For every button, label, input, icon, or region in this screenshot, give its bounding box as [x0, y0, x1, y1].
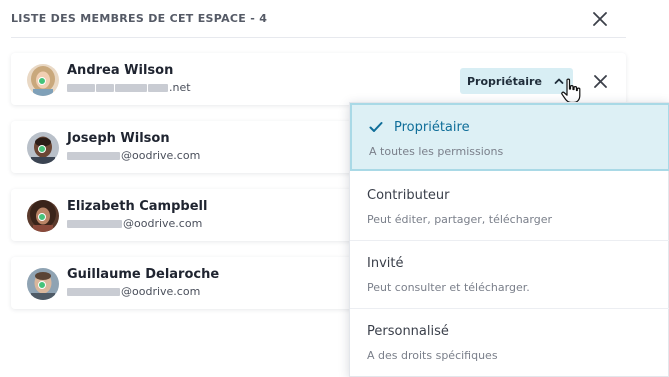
role-option-label: Personnalisé: [367, 324, 449, 339]
header-divider: [11, 37, 626, 38]
email-redaction: [67, 83, 95, 92]
email-redaction: [67, 151, 120, 160]
role-option-guest[interactable]: Invité Peut consulter et télécharger.: [350, 241, 669, 309]
role-option-description: A toutes les permissions: [369, 145, 504, 158]
role-menu: Propriétaire A toutes les permissions Co…: [349, 102, 669, 377]
member-email: @oodrive.com: [67, 149, 200, 162]
member-email: @oodrive.com: [67, 217, 202, 230]
member-name: Andrea Wilson: [67, 63, 174, 78]
email-suffix: .net: [169, 81, 191, 94]
email-suffix: @oodrive.com: [121, 285, 201, 298]
presence-online-dot: [38, 145, 46, 153]
member-name: Guillaume Delaroche: [67, 267, 220, 282]
chevron-up-icon: [554, 78, 564, 84]
email-redaction: [115, 83, 147, 92]
role-option-custom[interactable]: Personnalisé A des droits spécifiques: [350, 309, 669, 377]
panel-title: LISTE DES MEMBRES DE CET ESPACE - 4: [11, 12, 268, 25]
email-redaction: [96, 83, 114, 92]
role-option-description: Peut éditer, partager, télécharger: [367, 213, 553, 226]
role-button-label: Propriétaire: [467, 74, 542, 88]
member-name: Joseph Wilson: [67, 131, 170, 146]
close-panel-button[interactable]: [589, 8, 611, 30]
role-option-description: A des droits spécifiques: [367, 349, 498, 362]
members-panel: LISTE DES MEMBRES DE CET ESPACE - 4 Andr…: [0, 0, 669, 377]
role-option-label: Propriétaire: [394, 120, 470, 135]
email-suffix: @oodrive.com: [123, 217, 203, 230]
email-redaction: [67, 287, 120, 296]
role-option-contributor[interactable]: Contributeur Peut éditer, partager, télé…: [350, 173, 669, 241]
role-option-label: Invité: [367, 256, 404, 271]
role-option-description: Peut consulter et télécharger.: [367, 281, 530, 294]
close-icon: [593, 74, 607, 88]
member-email: @oodrive.com: [67, 285, 200, 298]
email-redaction: [67, 219, 122, 228]
remove-member-button[interactable]: [590, 71, 610, 91]
presence-online-dot: [38, 77, 46, 85]
email-redaction: [148, 83, 168, 92]
close-icon: [593, 12, 607, 26]
member-row[interactable]: Andrea Wilson .net Propriétaire: [11, 53, 626, 105]
presence-online-dot: [38, 213, 46, 221]
member-email: .net: [67, 81, 191, 94]
role-option-owner[interactable]: Propriétaire A toutes les permissions: [350, 103, 669, 171]
role-dropdown-button[interactable]: Propriétaire: [460, 68, 573, 94]
member-name: Elizabeth Campbell: [67, 199, 208, 214]
presence-online-dot: [38, 281, 46, 289]
role-option-label: Contributeur: [367, 188, 450, 203]
email-suffix: @oodrive.com: [121, 149, 201, 162]
check-icon: [369, 122, 383, 132]
